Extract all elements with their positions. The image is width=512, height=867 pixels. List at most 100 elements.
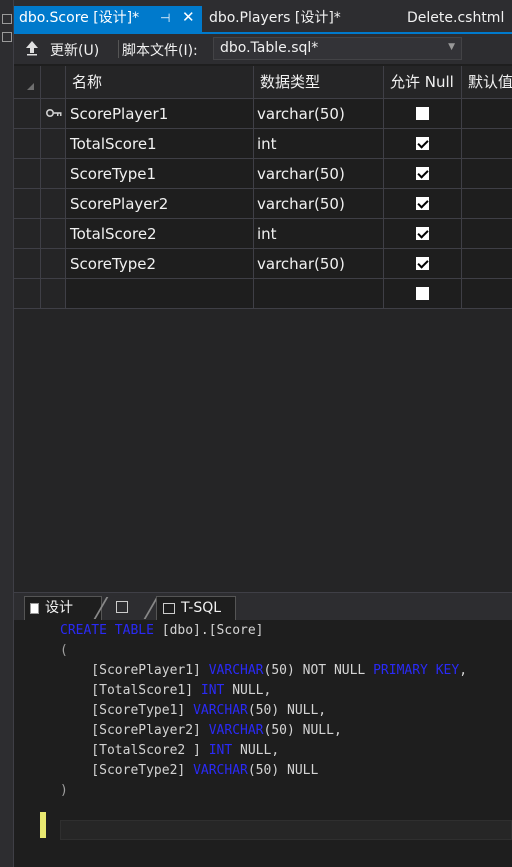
- column-type-cell[interactable]: varchar(50): [254, 99, 384, 129]
- allow-null-checkbox[interactable]: [415, 196, 429, 210]
- row-selector[interactable]: [14, 279, 41, 309]
- allow-null-checkbox[interactable]: [415, 226, 429, 240]
- tab-dbo-players-design[interactable]: dbo.Players [设计]*: [204, 6, 341, 33]
- allow-null-checkbox[interactable]: [415, 136, 429, 150]
- pin-icon[interactable]: ⊣: [160, 6, 170, 31]
- allow-null-cell: [384, 189, 462, 219]
- column-type-cell[interactable]: [254, 279, 384, 309]
- key-cell: [41, 159, 66, 189]
- header-allow-null[interactable]: 允许 Null: [384, 66, 462, 99]
- code-line-8: [ScoreType2] VARCHAR(50) NULL: [60, 761, 318, 781]
- code-line-9: ): [60, 781, 68, 801]
- code-text: (50) NULL,: [247, 703, 327, 718]
- key-cell: [41, 219, 66, 249]
- tsql-icon: [163, 603, 175, 614]
- allow-null-checkbox[interactable]: [415, 166, 429, 180]
- code-line-6: [ScorePlayer2] VARCHAR(50) NULL,: [60, 721, 342, 741]
- toolbox-icon[interactable]: [2, 14, 12, 24]
- allow-null-checkbox[interactable]: [415, 106, 429, 120]
- allow-null-checkbox[interactable]: [415, 286, 429, 300]
- row-selector[interactable]: [14, 189, 41, 219]
- column-name-cell[interactable]: ScoreType1: [66, 159, 254, 189]
- script-file-label: 脚本文件(I):: [122, 43, 198, 59]
- column-type-cell[interactable]: varchar(50): [254, 189, 384, 219]
- column-name-cell[interactable]: TotalScore2: [66, 219, 254, 249]
- tab-tsql[interactable]: T-SQL: [156, 596, 236, 620]
- column-name-cell[interactable]: [66, 279, 254, 309]
- code-keyword: VARCHAR: [208, 723, 264, 738]
- code-text: NULL,: [232, 743, 280, 758]
- change-indicator: [40, 812, 46, 838]
- designer-pane-tabs: 设计 T-SQL: [14, 592, 512, 620]
- key-cell: [41, 99, 66, 129]
- row-selector[interactable]: [14, 159, 41, 189]
- chevron-down-icon[interactable]: ▼: [448, 42, 455, 52]
- default-value-cell[interactable]: [462, 99, 512, 129]
- allow-null-cell: [384, 99, 462, 129]
- code-keyword: VARCHAR: [208, 663, 264, 678]
- key-cell: [41, 279, 66, 309]
- tab-tsql-label: T-SQL: [181, 600, 222, 616]
- script-file-dropdown[interactable]: dbo.Table.sql* ▼: [213, 37, 462, 60]
- column-name-cell[interactable]: ScoreType2: [66, 249, 254, 279]
- update-arrow-icon[interactable]: [24, 40, 40, 56]
- key-cell: [41, 249, 66, 279]
- row-selector[interactable]: [14, 129, 41, 159]
- code-line-1: CREATE TABLE [dbo].[Score]: [60, 621, 264, 641]
- column-name-cell[interactable]: ScorePlayer2: [66, 189, 254, 219]
- code-text: (50) NULL,: [263, 723, 342, 738]
- code-text: ,: [459, 663, 468, 678]
- row-selector[interactable]: [14, 99, 41, 129]
- column-name-cell[interactable]: ScorePlayer1: [66, 99, 254, 129]
- tab-dbo-score-design[interactable]: dbo.Score [设计]* ⊣ ✕: [14, 6, 202, 33]
- design-icon: [30, 603, 39, 614]
- default-value-cell[interactable]: [462, 129, 512, 159]
- tab-design[interactable]: 设计: [24, 596, 102, 620]
- code-text: [TotalScore1]: [60, 683, 201, 698]
- document-tab-bar: dbo.Score [设计]* ⊣ ✕ dbo.Players [设计]* De…: [14, 0, 512, 33]
- header-data-type[interactable]: 数据类型: [254, 66, 384, 99]
- code-text: [dbo].[Score]: [153, 623, 264, 638]
- row-selector[interactable]: [14, 249, 41, 279]
- current-line-highlight: [60, 820, 512, 840]
- allow-null-cell: [384, 219, 462, 249]
- tab-swap-panes[interactable]: [106, 596, 146, 620]
- column-type-cell[interactable]: int: [254, 219, 384, 249]
- code-line-2: (: [60, 641, 68, 661]
- code-line-4: [TotalScore1] INT NULL,: [60, 681, 271, 701]
- header-name[interactable]: 名称: [66, 66, 254, 99]
- row-selector[interactable]: [14, 219, 41, 249]
- code-keyword: INT: [208, 743, 233, 758]
- code-text: NULL,: [224, 683, 272, 698]
- columns-grid: 名称 数据类型 允许 Null 默认值 ScorePlayer1 varchar(…: [14, 66, 512, 592]
- code-keyword: INT: [200, 683, 225, 698]
- tab-label: Delete.cshtml: [407, 10, 505, 26]
- default-value-cell[interactable]: [462, 249, 512, 279]
- default-value-cell[interactable]: [462, 279, 512, 309]
- column-type-cell[interactable]: varchar(50): [254, 249, 384, 279]
- tsql-editor[interactable]: CREATE TABLE [dbo].[Score] ( [ScorePlaye…: [14, 620, 512, 867]
- default-value-cell[interactable]: [462, 189, 512, 219]
- code-line-3: [ScorePlayer1] VARCHAR(50) NOT NULL PRIM…: [60, 661, 467, 681]
- key-cell: [41, 189, 66, 219]
- code-text: ): [60, 783, 68, 798]
- key-cell: [41, 129, 66, 159]
- code-text: (: [60, 643, 68, 658]
- code-text: (50) NOT NULL: [263, 663, 374, 678]
- column-type-cell[interactable]: int: [254, 129, 384, 159]
- grid-corner-cell[interactable]: [14, 66, 41, 99]
- update-button[interactable]: 更新(U): [50, 40, 99, 60]
- code-text: [ScoreType1]: [60, 703, 194, 718]
- default-value-cell[interactable]: [462, 159, 512, 189]
- column-type-cell[interactable]: varchar(50): [254, 159, 384, 189]
- server-explorer-icon[interactable]: [2, 32, 12, 42]
- tab-label: dbo.Score [设计]*: [19, 10, 140, 26]
- toolbar-separator: [118, 40, 119, 58]
- close-icon[interactable]: ✕: [182, 5, 195, 30]
- select-all-icon: [27, 83, 34, 90]
- default-value-cell[interactable]: [462, 219, 512, 249]
- header-default-value[interactable]: 默认值: [462, 66, 512, 99]
- column-name-cell[interactable]: TotalScore1: [66, 129, 254, 159]
- allow-null-checkbox[interactable]: [415, 256, 429, 270]
- tab-delete-cshtml[interactable]: Delete.cshtml: [402, 6, 504, 33]
